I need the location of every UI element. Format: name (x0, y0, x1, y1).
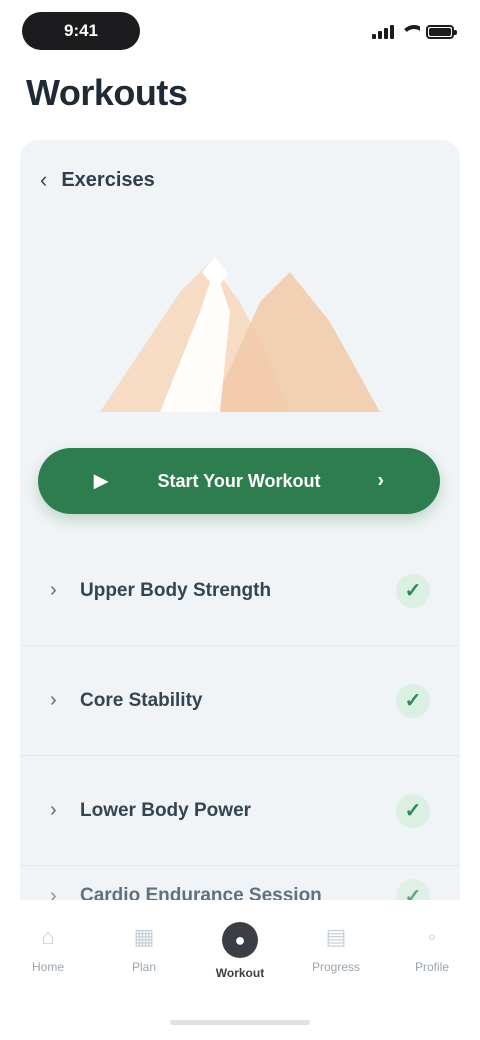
status-time: 9:41 (22, 12, 140, 50)
tab-profile[interactable]: ◦ Profile (392, 922, 472, 974)
list-item-label: Upper Body Strength (80, 579, 272, 601)
list-item-label: Lower Body Power (80, 799, 252, 821)
tab-bar: ⌂ Home ▦ Plan ● Workout ▤ Progress ◦ Pro… (0, 900, 480, 1040)
page-title: Workouts (26, 72, 188, 113)
tab-progress[interactable]: ▤ Progress (296, 922, 376, 974)
mountain-illustration (100, 257, 380, 412)
status-time-label: 9:41 (63, 21, 99, 40)
tab-label: Plan (131, 960, 157, 974)
arrow-right-icon: › (377, 469, 384, 492)
tab-workout[interactable]: ● Workout (200, 922, 280, 980)
list-item[interactable]: › Upper Body Strength ✓ (20, 536, 460, 646)
chevron-right-icon: › (50, 579, 57, 601)
tab-label: Profile (414, 960, 449, 974)
check-icon: ✓ (396, 683, 430, 718)
tab-home[interactable]: ⌂ Home (8, 922, 88, 974)
chevron-right-icon: › (50, 799, 57, 821)
back-label: Exercises (61, 168, 155, 191)
back-button[interactable]: ‹ Exercises (40, 162, 155, 198)
list-item-label: Core Stability (80, 689, 203, 711)
status-bar: 9:41 (0, 0, 480, 62)
start-workout-button[interactable]: ▶ Start Your Workout › (38, 448, 440, 514)
tab-label: Progress (311, 960, 361, 974)
status-icons (372, 20, 457, 44)
calendar-icon: ▦ (133, 924, 155, 949)
user-icon: ◦ (428, 924, 436, 949)
dumbbell-icon: ● (222, 922, 258, 958)
list-item[interactable]: › Lower Body Power ✓ (20, 756, 460, 866)
play-icon: ▶ (94, 470, 108, 491)
tab-plan[interactable]: ▦ Plan (104, 922, 184, 974)
battery-icon (426, 25, 457, 39)
start-workout-label: Start Your Workout (157, 470, 321, 491)
check-icon: ✓ (396, 573, 430, 608)
wifi-icon (400, 25, 420, 39)
chart-icon: ▤ (325, 924, 347, 949)
home-icon: ⌂ (41, 924, 55, 949)
chevron-right-icon: › (50, 689, 57, 711)
tab-label: Home (31, 960, 64, 974)
signal-icon (372, 25, 394, 39)
tab-label: Workout (215, 966, 265, 980)
check-icon: ✓ (396, 793, 430, 828)
chevron-left-icon: ‹ (40, 167, 48, 192)
exercise-list: › Upper Body Strength ✓ › Core Stability… (20, 536, 460, 926)
home-indicator (170, 1020, 310, 1025)
list-item[interactable]: › Core Stability ✓ (20, 646, 460, 756)
